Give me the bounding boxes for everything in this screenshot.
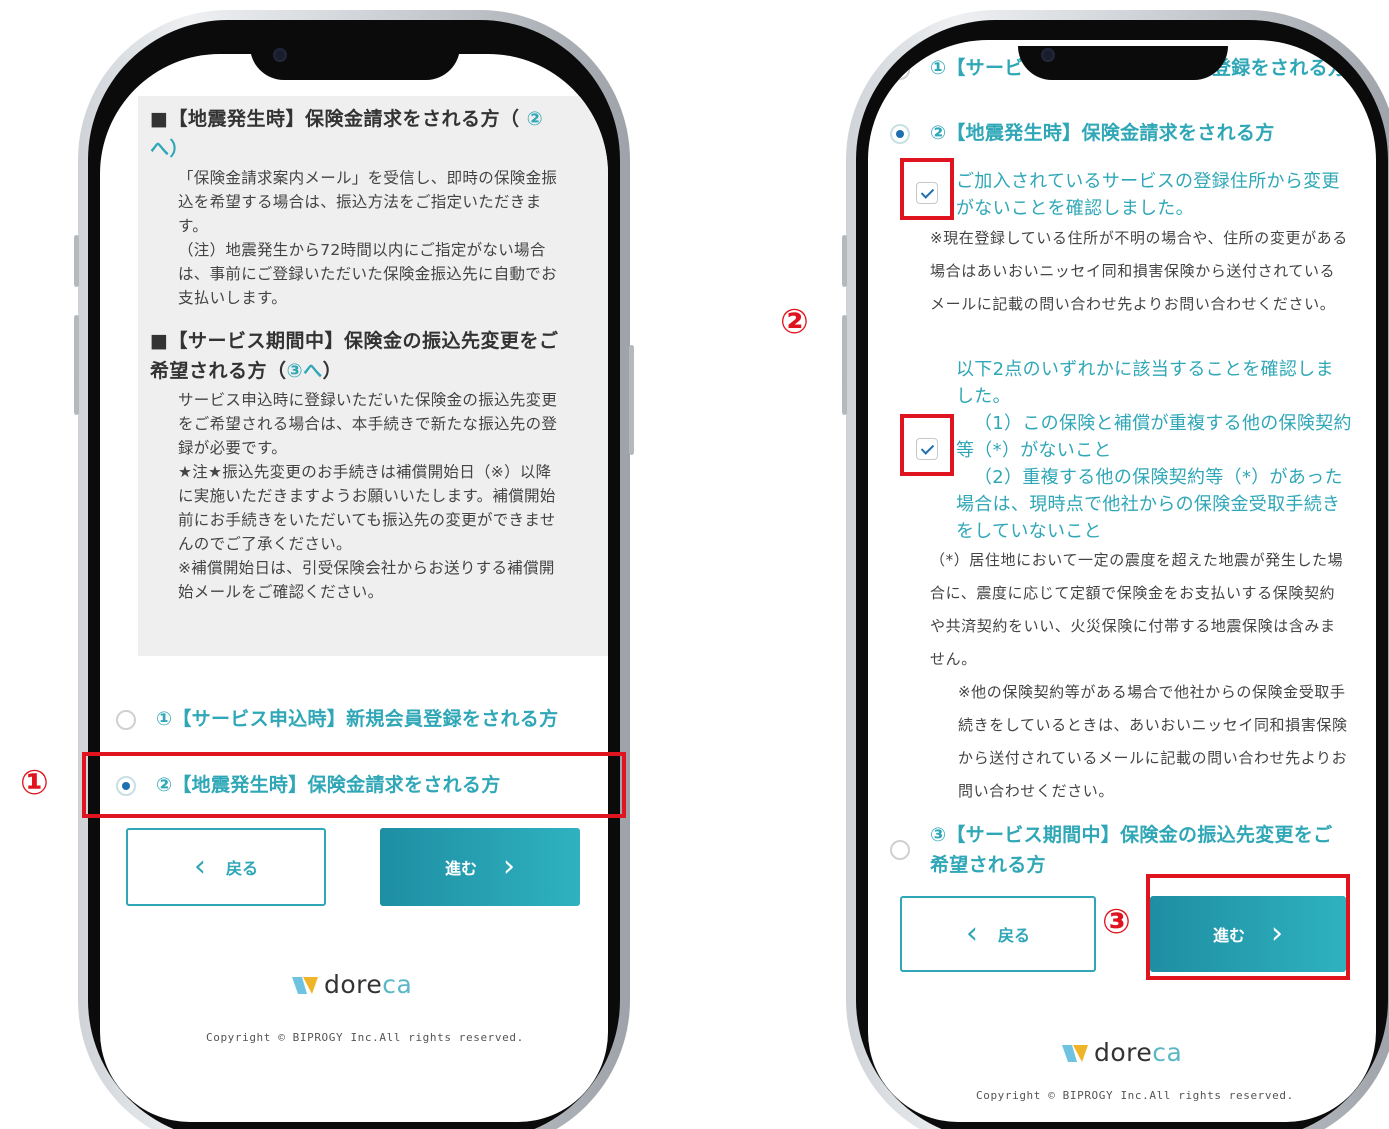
logo-mark-icon bbox=[292, 976, 318, 994]
other-insurance-note: ※他の保険契約等がある場合で他社からの保険金受取手続きをしているときは、あいおい… bbox=[958, 683, 1348, 800]
doreca-logo: doreca bbox=[290, 970, 412, 999]
volume-up-button bbox=[842, 315, 847, 415]
back-label: 戻る bbox=[225, 859, 258, 878]
back-label: 戻る bbox=[997, 926, 1030, 945]
logo-accent: ca bbox=[382, 970, 413, 999]
screen-left: ■【地震発生時】保険金請求をされる方（ ②へ） 「保険金請求案内メール」を受信し… bbox=[100, 54, 608, 1122]
radio-option-1[interactable] bbox=[890, 60, 910, 80]
info-body-earthquake: 「保険金請求案内メール」を受信し、即時の保険金振込を希望する場合は、振込方法をご… bbox=[178, 169, 558, 307]
address-confirm-label[interactable]: ご加入されているサービスの登録住所から変更がないことを確認しました。 bbox=[956, 168, 1352, 222]
back-button[interactable]: ‹ 戻る bbox=[900, 896, 1096, 972]
option-1-label-partial[interactable]: ①【サービ bbox=[930, 53, 1024, 83]
logo-main: dore bbox=[324, 970, 383, 999]
next-label: 進む bbox=[444, 859, 477, 878]
back-button[interactable]: ‹ 戻る bbox=[126, 828, 326, 906]
step-marker-3: ③ bbox=[1102, 902, 1131, 942]
heading-text: ■【サービス期間中】保険金の振込先変更をご希望される方（ bbox=[150, 330, 559, 382]
copyright-text: Copyright © BIPROGY Inc.All rights reser… bbox=[206, 1031, 524, 1044]
info-body-service-period: サービス申込時に登録いただいた保険金の振込先変更をご希望される場合は、本手続きで… bbox=[178, 391, 558, 601]
highlight-box-next bbox=[1146, 874, 1350, 980]
camera-icon bbox=[273, 48, 287, 62]
phone-frame-left: ■【地震発生時】保険金請求をされる方（ ②へ） 「保険金請求案内メール」を受信し… bbox=[74, 10, 634, 1129]
highlight-box-checkbox-2 bbox=[900, 414, 954, 476]
option-2-label[interactable]: ②【地震発生時】保険金請求をされる方 bbox=[930, 118, 1275, 148]
heading-text: ■【地震発生時】保険金請求をされる方（ bbox=[150, 108, 520, 130]
option-3-label[interactable]: ③【サービス期間中】保険金の振込先変更をご希望される方 bbox=[930, 820, 1350, 880]
camera-icon bbox=[1041, 48, 1055, 62]
logo-accent: ca bbox=[1152, 1038, 1183, 1067]
mute-switch bbox=[74, 235, 79, 287]
doreca-logo: doreca bbox=[1060, 1038, 1182, 1067]
heading-ref: ③へ bbox=[286, 360, 323, 382]
heading-close: ） bbox=[322, 360, 343, 382]
copyright-text: Copyright © BIPROGY Inc.All rights reser… bbox=[976, 1089, 1294, 1102]
option-1-label[interactable]: ①【サービス申込時】新規会員登録をされる方 bbox=[156, 704, 558, 734]
highlight-box-checkbox-1 bbox=[900, 158, 954, 220]
highlight-box-option2 bbox=[82, 752, 626, 818]
radio-option-2[interactable] bbox=[890, 124, 910, 144]
logo-mark-icon bbox=[1062, 1044, 1088, 1062]
chevron-left-icon: ‹ bbox=[965, 916, 978, 951]
confirm-intro: 以下2点のいずれかに該当することを確認しました。 bbox=[956, 359, 1334, 407]
volume-up-button bbox=[74, 315, 79, 415]
earthquake-definition-note: （*）居住地において一定の震度を超えた地震が発生した場合に、震度に応じて定額で保… bbox=[930, 551, 1344, 668]
next-button[interactable]: 進む › bbox=[380, 828, 580, 906]
power-button bbox=[629, 345, 634, 455]
step-marker-2: ② bbox=[780, 302, 809, 342]
duplicate-item-2[interactable]: （2）重複する他の保険契約等（*）があった場合は、現時点で他社からの保険金受取手… bbox=[956, 464, 1352, 545]
option-1-label-partial-right[interactable]: 登録をされる方 bbox=[1212, 53, 1347, 83]
step-marker-1: ① bbox=[20, 763, 49, 803]
address-note: ※現在登録している住所が不明の場合や、住所の変更がある場合はあいおいニッセイ同和… bbox=[930, 229, 1348, 313]
logo-main: dore bbox=[1094, 1038, 1153, 1067]
radio-option-3[interactable] bbox=[890, 840, 910, 860]
duplicate-item-1[interactable]: （1）この保険と補償が重複する他の保険契約等（*）がないこと bbox=[956, 410, 1352, 464]
info-heading-earthquake: ■【地震発生時】保険金請求をされる方（ ②へ） bbox=[150, 104, 570, 164]
logo-text: doreca bbox=[1094, 1038, 1182, 1067]
radio-option-1[interactable] bbox=[116, 710, 136, 730]
chevron-left-icon: ‹ bbox=[193, 849, 206, 884]
chevron-right-icon: › bbox=[503, 849, 515, 884]
logo-text: doreca bbox=[324, 970, 412, 999]
mute-switch bbox=[842, 235, 847, 287]
info-heading-service-period: ■【サービス期間中】保険金の振込先変更をご希望される方（③へ） bbox=[150, 326, 570, 386]
